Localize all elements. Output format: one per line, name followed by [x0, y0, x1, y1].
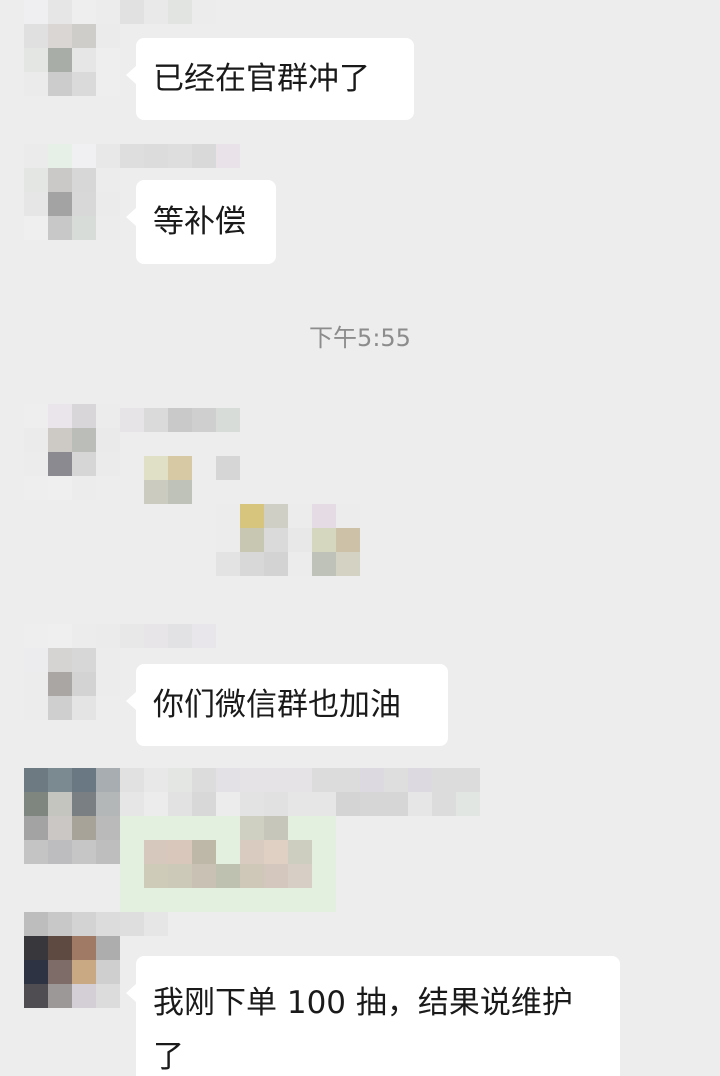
- message-bubble[interactable]: 我刚下单 100 抽，结果说维护了: [126, 956, 620, 1076]
- nickname: [120, 144, 240, 168]
- message-text: 已经在官群冲了: [153, 61, 370, 97]
- avatar[interactable]: [24, 624, 120, 720]
- message-text: 等补偿: [153, 204, 246, 240]
- message-text: 我刚下单 100 抽，结果说维护了: [153, 985, 573, 1075]
- sticker-image[interactable]: [120, 816, 336, 912]
- sticker-image-part: [216, 504, 360, 576]
- avatar[interactable]: [24, 144, 120, 240]
- sticker-image[interactable]: [144, 456, 360, 504]
- avatar[interactable]: [24, 404, 120, 500]
- timestamp-divider: 下午5:55: [309, 324, 411, 352]
- nickname: [120, 768, 480, 792]
- message-bubble[interactable]: 已经在官群冲了: [126, 38, 414, 120]
- message-bubble[interactable]: 你们微信群也加油: [126, 664, 448, 746]
- avatar[interactable]: [24, 912, 120, 1008]
- message-text: 你们微信群也加油: [153, 687, 401, 723]
- nickname-extra: [120, 792, 480, 816]
- message-bubble[interactable]: 等补偿: [126, 180, 276, 264]
- nickname: [120, 0, 216, 24]
- avatar[interactable]: [24, 0, 120, 96]
- avatar[interactable]: [24, 768, 120, 864]
- nickname: [120, 408, 240, 432]
- nickname: [120, 912, 168, 936]
- chat-view: 已经在官群冲了 等补偿 下午5:55 你们微信群也加油 我刚下单 100 抽，结…: [0, 0, 720, 1076]
- nickname: [120, 624, 216, 648]
